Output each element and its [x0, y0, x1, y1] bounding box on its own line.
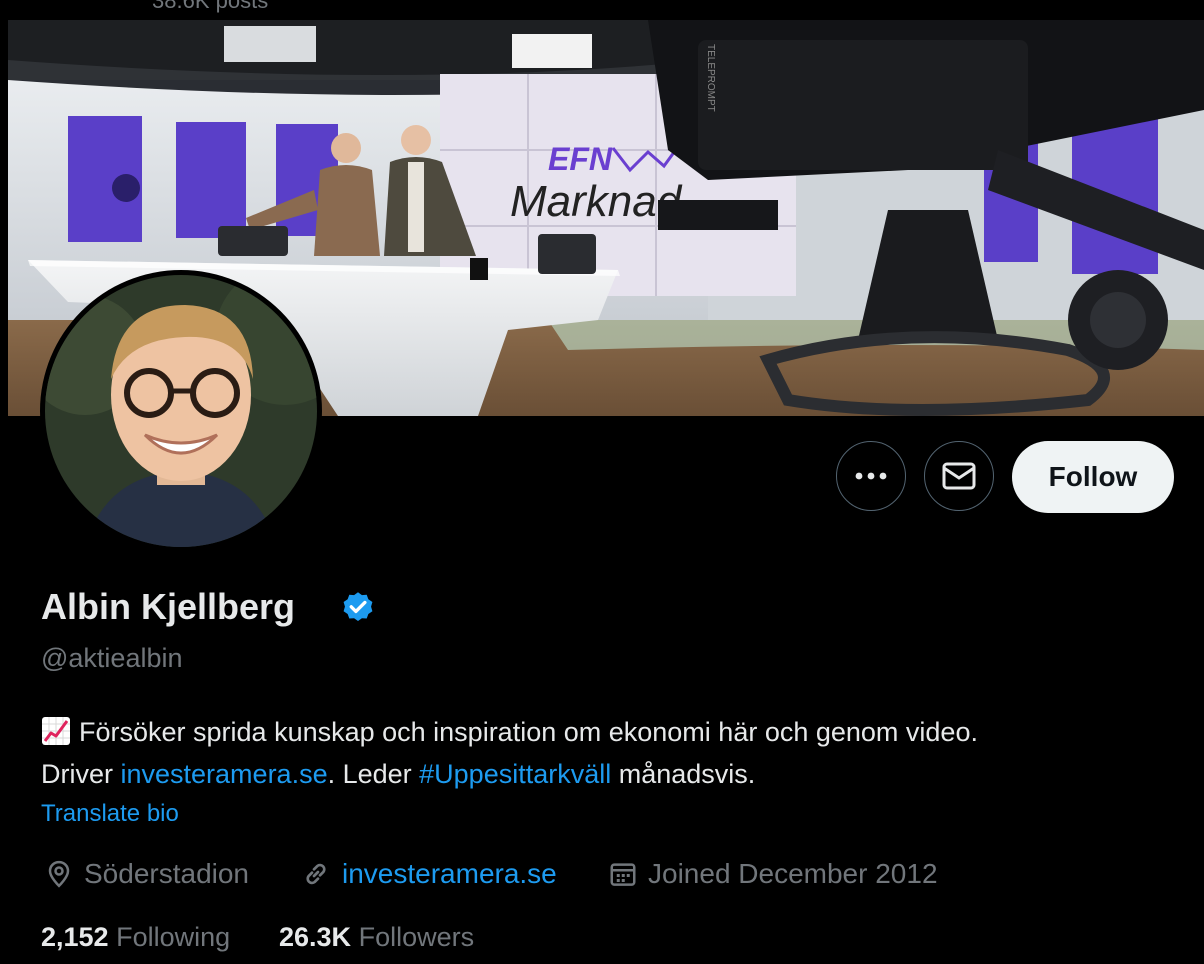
bio-text-1: Försöker sprida kunskap och inspiration …	[79, 717, 978, 747]
wall-screen	[176, 122, 246, 238]
bio-hashtag-link[interactable]: #Uppesittarkväll	[419, 759, 611, 789]
calendar-icon	[610, 863, 636, 886]
bio-suffix: månadsvis.	[611, 759, 756, 789]
location-pin-icon	[48, 860, 70, 888]
screen-word: Marknad	[510, 177, 683, 226]
avatar-photo	[45, 275, 317, 547]
followers-link[interactable]: 26.3K Followers	[279, 922, 474, 953]
chart-increasing-icon	[42, 717, 70, 745]
joined-date: Joined December 2012	[608, 858, 938, 890]
follow-button[interactable]: Follow	[1012, 441, 1174, 513]
handle: @aktiealbin	[41, 643, 183, 673]
bio: Försöker sprida kunskap och inspiration …	[41, 711, 1161, 795]
following-label: Following	[116, 922, 231, 952]
translate-bio-link[interactable]: Translate bio	[41, 800, 179, 828]
more-horizontal-icon	[855, 472, 887, 480]
following-count: 2,152	[41, 922, 109, 952]
following-link[interactable]: 2,152 Following	[41, 922, 230, 953]
bio-line-1: Försöker sprida kunskap och inspiration …	[41, 711, 1161, 753]
envelope-icon	[942, 462, 976, 490]
studio-light	[512, 34, 592, 68]
bio-line-2: Driver investeramera.se. Leder #Uppesitt…	[41, 753, 1161, 795]
bio-mid: . Leder	[327, 759, 420, 789]
screen-brand: EFN	[548, 141, 613, 177]
avatar[interactable]	[40, 270, 322, 552]
studio-light	[224, 26, 316, 62]
bio-prefix: Driver	[41, 759, 121, 789]
message-button[interactable]	[924, 441, 994, 511]
display-name: Albin Kjellberg	[41, 586, 296, 627]
link-icon	[306, 863, 326, 885]
post-count: 38.6K posts	[152, 0, 269, 13]
location: Söderstadion	[44, 858, 249, 890]
website: investeramera.se	[300, 858, 557, 890]
more-options-button[interactable]	[836, 441, 906, 511]
followers-count: 26.3K	[279, 922, 352, 952]
location-text: Söderstadion	[84, 858, 250, 889]
bio-website-link[interactable]: investeramera.se	[121, 759, 328, 789]
joined-text: Joined December 2012	[648, 858, 938, 889]
prompter-label: TELEPROMPT	[705, 44, 716, 112]
website-link[interactable]: investeramera.se	[342, 858, 557, 890]
verified-badge-icon[interactable]	[340, 590, 376, 626]
followers-label: Followers	[358, 922, 475, 952]
